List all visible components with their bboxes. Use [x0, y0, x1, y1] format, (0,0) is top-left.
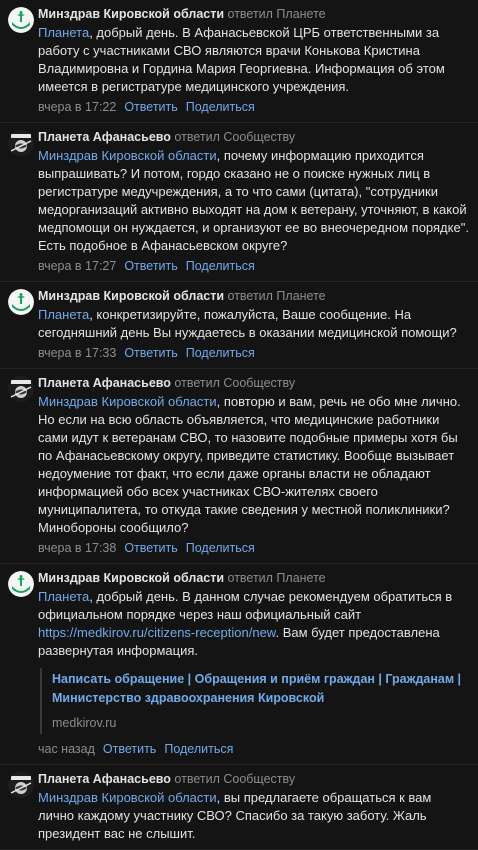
- comment: Планета Афанасьево ответил Сообществу Ми…: [0, 369, 478, 564]
- reply-button[interactable]: Ответить: [124, 541, 177, 555]
- reply-to-label: ответил Сообществу: [174, 130, 296, 144]
- share-button[interactable]: Поделиться: [186, 346, 255, 360]
- comment: Планета Афанасьево ответил Сообществу Ми…: [0, 765, 478, 850]
- share-button[interactable]: Поделиться: [186, 100, 255, 114]
- planeta-logo-icon[interactable]: [8, 376, 34, 402]
- ministry-logo-icon[interactable]: [8, 7, 34, 33]
- comment-author[interactable]: Планета Афанасьево: [38, 772, 171, 786]
- ministry-logo-icon[interactable]: [8, 571, 34, 597]
- mention-link[interactable]: Планета: [38, 25, 89, 40]
- mention-link[interactable]: Планета: [38, 589, 89, 604]
- external-link[interactable]: https://medkirov.ru/citizens-reception/n…: [38, 625, 275, 640]
- reply-button[interactable]: Ответить: [124, 346, 177, 360]
- comment-text: Планета, конкретизируйте, пожалуйста, Ва…: [38, 307, 457, 340]
- comment-text: Планета, добрый день. В Афанасьевской ЦР…: [38, 25, 445, 94]
- comment-meta: вчера в 17:38 Ответить Поделиться: [38, 539, 470, 557]
- comment-text: Минздрав Кировской области, повторю и ва…: [38, 394, 461, 535]
- reply-button[interactable]: Ответить: [124, 259, 177, 273]
- comment-author[interactable]: Планета Афанасьево: [38, 376, 171, 390]
- share-button[interactable]: Поделиться: [164, 742, 233, 756]
- link-preview-title[interactable]: Написать обращение | Обращения и приём г…: [52, 670, 470, 708]
- link-preview[interactable]: Написать обращение | Обращения и приём г…: [40, 668, 470, 734]
- reply-button[interactable]: Ответить: [103, 742, 156, 756]
- comment-meta: час назад Ответить Поделиться: [38, 740, 470, 758]
- comment-text: Планета, добрый день. В данном случае ре…: [38, 589, 453, 658]
- mention-link[interactable]: Планета: [38, 307, 89, 322]
- comment-time[interactable]: час назад: [38, 742, 95, 756]
- comment-text: Минздрав Кировской области, вы предлагае…: [38, 790, 432, 841]
- ministry-logo-icon[interactable]: [8, 289, 34, 315]
- comment-meta: вчера в 17:27 Ответить Поделиться: [38, 257, 470, 275]
- comment: Планета Афанасьево ответил Сообществу Ми…: [0, 123, 478, 282]
- comments-thread: Минздрав Кировской области ответил Плане…: [0, 0, 478, 850]
- planeta-logo-icon[interactable]: [8, 772, 34, 798]
- comment-time[interactable]: вчера в 17:27: [38, 259, 116, 273]
- link-preview-domain: medkirov.ru: [52, 716, 117, 730]
- comment-time[interactable]: вчера в 17:33: [38, 346, 116, 360]
- reply-to-label: ответил Сообществу: [174, 772, 296, 786]
- comment: Минздрав Кировской области ответил Плане…: [0, 282, 478, 369]
- comment-author[interactable]: Минздрав Кировской области: [38, 571, 224, 585]
- comment-text: Минздрав Кировской области, почему инфор…: [38, 148, 469, 253]
- reply-to-label: ответил Планете: [227, 571, 326, 585]
- comment-time[interactable]: вчера в 17:22: [38, 100, 116, 114]
- mention-link[interactable]: Минздрав Кировской области: [38, 790, 217, 805]
- comment-meta: вчера в 17:33 Ответить Поделиться: [38, 344, 470, 362]
- reply-to-label: ответил Планете: [227, 289, 326, 303]
- reply-to-label: ответил Планете: [227, 7, 326, 21]
- reply-button[interactable]: Ответить: [124, 100, 177, 114]
- planeta-logo-icon[interactable]: [8, 130, 34, 156]
- reply-to-label: ответил Сообществу: [174, 376, 296, 390]
- comment: Минздрав Кировской области ответил Плане…: [0, 564, 478, 765]
- comment-author[interactable]: Планета Афанасьево: [38, 130, 171, 144]
- comment-time[interactable]: вчера в 17:38: [38, 541, 116, 555]
- mention-link[interactable]: Минздрав Кировской области: [38, 394, 217, 409]
- comment-author[interactable]: Минздрав Кировской области: [38, 7, 224, 21]
- mention-link[interactable]: Минздрав Кировской области: [38, 148, 217, 163]
- comment-author[interactable]: Минздрав Кировской области: [38, 289, 224, 303]
- share-button[interactable]: Поделиться: [186, 541, 255, 555]
- comment: Минздрав Кировской области ответил Плане…: [0, 0, 478, 123]
- comment-meta: вчера в 17:22 Ответить Поделиться: [38, 98, 470, 116]
- share-button[interactable]: Поделиться: [186, 259, 255, 273]
